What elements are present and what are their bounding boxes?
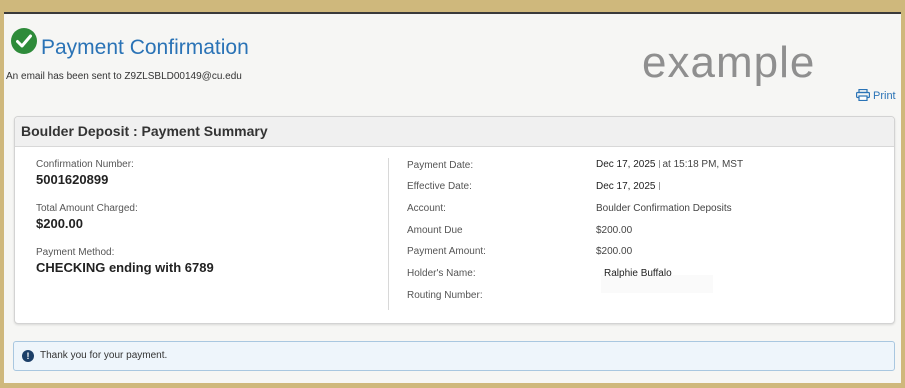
summary-title: Boulder Deposit : Payment Summary bbox=[21, 123, 268, 139]
column-divider bbox=[388, 158, 389, 310]
effective-date-value: Dec 17, 2025 bbox=[596, 181, 663, 192]
thank-you-text: Thank you for your payment. bbox=[40, 350, 168, 361]
effective-date: Dec 17, 2025 bbox=[596, 181, 656, 192]
page-frame: Payment Confirmation An email has been s… bbox=[4, 12, 901, 383]
effective-date-label: Effective Date: bbox=[407, 181, 472, 192]
amount-due-label: Amount Due bbox=[407, 225, 463, 236]
print-button[interactable]: Print bbox=[856, 88, 896, 102]
amount-due-value: $200.00 bbox=[596, 225, 633, 236]
separator-tick bbox=[658, 182, 660, 190]
email-notice: An email has been sent to Z9ZLSBLD00149@… bbox=[6, 71, 242, 82]
payment-date-label: Payment Date: bbox=[407, 160, 474, 171]
separator-tick bbox=[658, 160, 660, 168]
confirmation-header: Payment Confirmation An email has been s… bbox=[4, 14, 901, 124]
total-charged-label: Total Amount Charged: bbox=[36, 203, 138, 214]
payment-time: at 15:18 PM, MST bbox=[662, 159, 744, 170]
print-label: Print bbox=[873, 90, 896, 102]
check-circle-icon bbox=[11, 28, 37, 54]
info-icon: ! bbox=[22, 350, 34, 362]
confirmation-number-label: Confirmation Number: bbox=[36, 159, 134, 170]
confirmation-number-value: 5001620899 bbox=[36, 172, 109, 187]
routing-number-label: Routing Number: bbox=[407, 290, 483, 301]
thank-you-alert: ! Thank you for your payment. bbox=[13, 341, 895, 371]
payment-summary-panel: Boulder Deposit : Payment Summary Confir… bbox=[14, 116, 895, 324]
payment-amount-label: Payment Amount: bbox=[407, 246, 486, 257]
printer-icon bbox=[856, 88, 871, 102]
holder-name-label: Holder's Name: bbox=[407, 268, 476, 279]
page-title: Payment Confirmation bbox=[41, 36, 249, 59]
payment-date-value: Dec 17, 2025 at 15:18 PM, MST bbox=[596, 159, 743, 170]
payment-date: Dec 17, 2025 bbox=[596, 159, 656, 170]
account-label: Account: bbox=[407, 203, 446, 214]
holder-name-value: Ralphie Buffalo bbox=[604, 268, 672, 279]
summary-header: Boulder Deposit : Payment Summary bbox=[15, 117, 894, 147]
payment-method-label: Payment Method: bbox=[36, 247, 115, 258]
payment-amount-value: $200.00 bbox=[596, 246, 633, 257]
example-watermark: example bbox=[642, 38, 816, 87]
payment-method-value: CHECKING ending with 6789 bbox=[36, 260, 214, 275]
account-value: Boulder Confirmation Deposits bbox=[596, 203, 732, 214]
total-charged-value: $200.00 bbox=[36, 216, 83, 231]
